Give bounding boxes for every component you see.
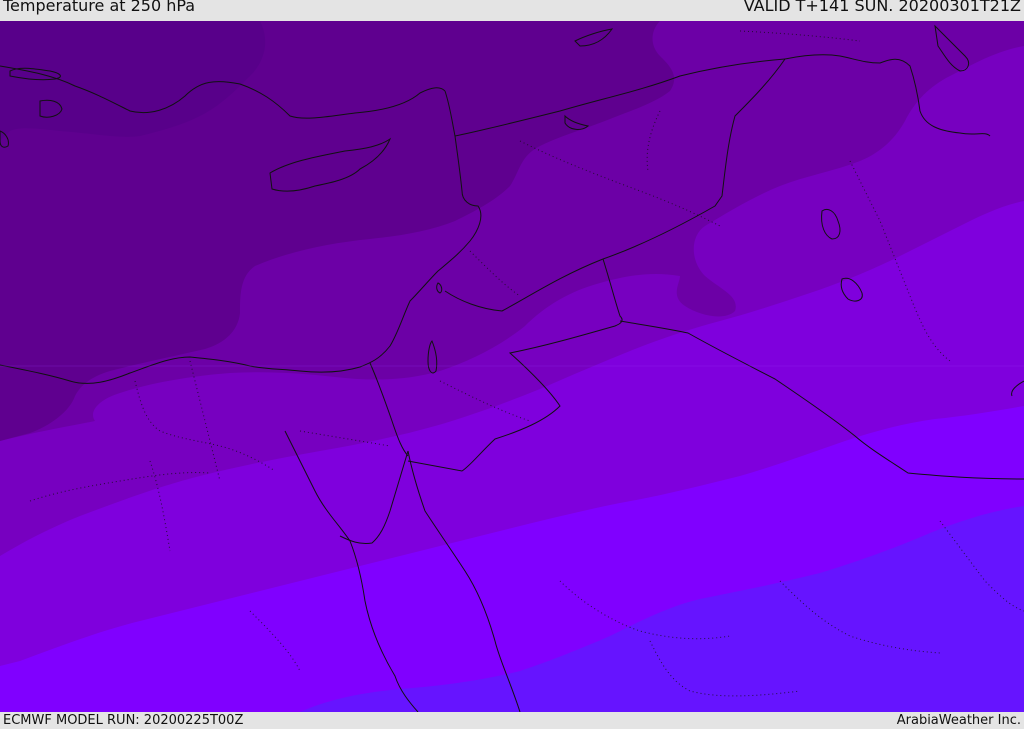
- temperature-map[interactable]: [0, 21, 1024, 712]
- footer-bar: ECMWF MODEL RUN: 20200225T00Z ArabiaWeat…: [0, 712, 1024, 729]
- map-title: Temperature at 250 hPa: [3, 0, 196, 15]
- weather-map-frame: Temperature at 250 hPa VALID T+141 SUN. …: [0, 0, 1024, 729]
- model-run-label: ECMWF MODEL RUN: 20200225T00Z: [3, 713, 244, 728]
- brand-label: ArabiaWeather Inc.: [896, 713, 1021, 728]
- header-bar: Temperature at 250 hPa VALID T+141 SUN. …: [0, 0, 1024, 21]
- valid-time: VALID T+141 SUN. 20200301T21Z: [743, 0, 1021, 15]
